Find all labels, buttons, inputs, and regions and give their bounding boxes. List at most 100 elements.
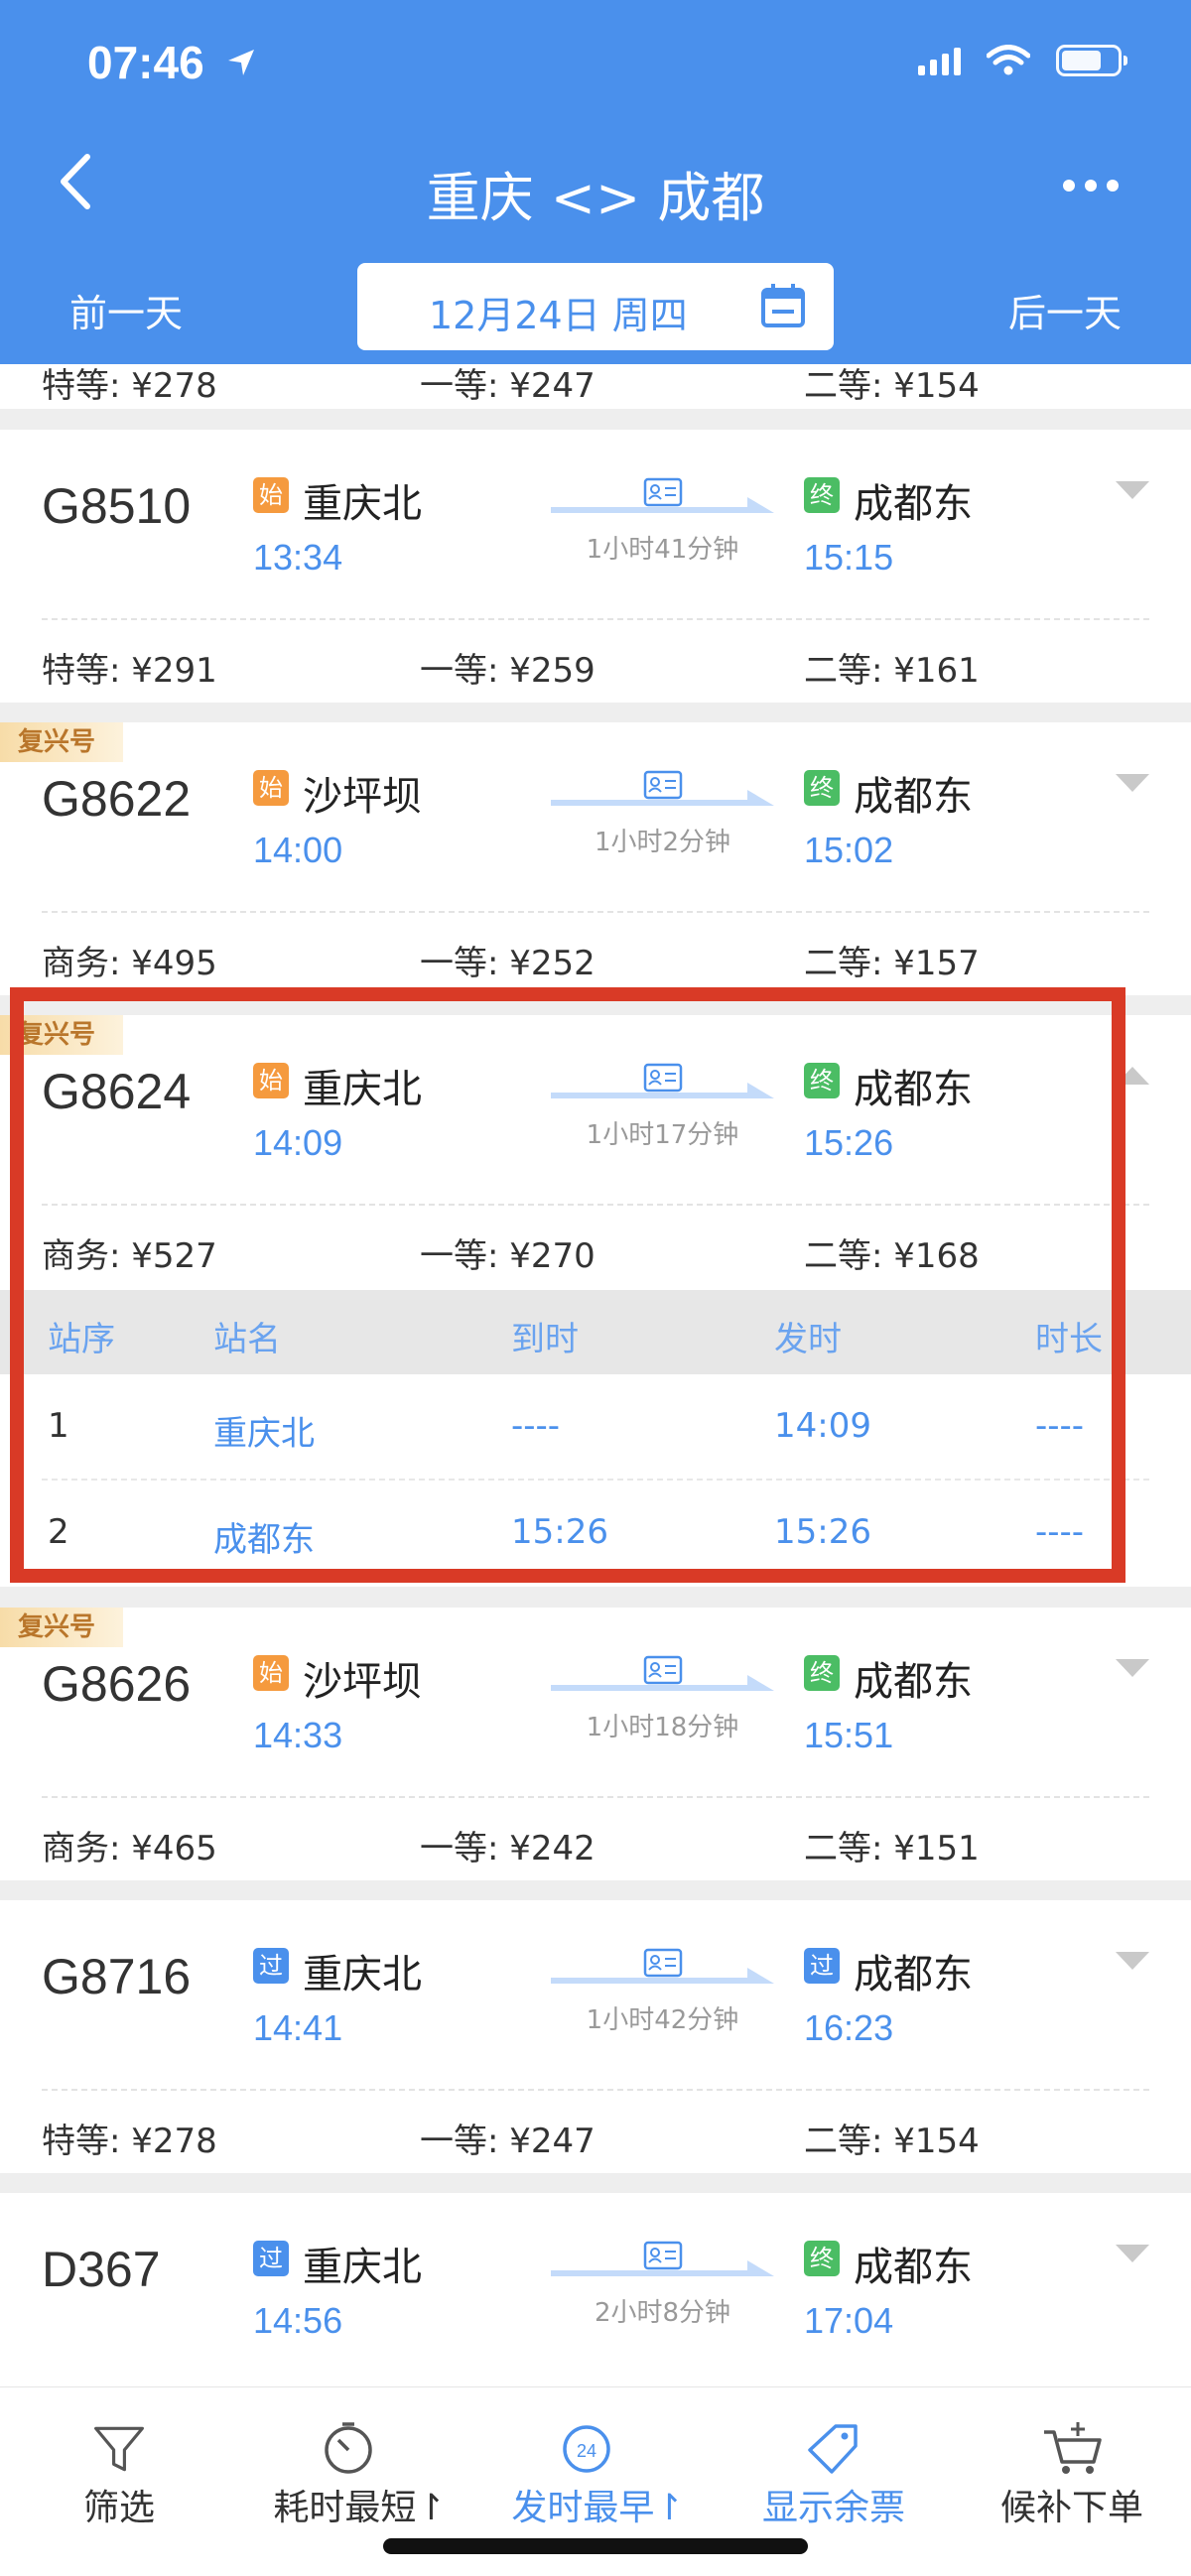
ticket-tag-icon [808, 2424, 858, 2474]
price-class-3: 二等: ¥161 [804, 651, 980, 691]
chevron-down-icon[interactable] [1116, 774, 1149, 792]
arrival-station: 成都东 [854, 1952, 973, 1997]
price-class-3: 二等: ¥151 [804, 1829, 980, 1868]
fuxing-badge: 复兴号 [0, 1608, 123, 1647]
stop-seq: 2 [48, 1512, 69, 1552]
train-card[interactable]: G8716 过 重庆北 14:41 1小时42分钟 过 成都东 16:23 特等… [0, 1900, 1191, 2173]
price-class-2: 一等: ¥270 [420, 1236, 596, 1276]
stop-station: 成都东 [213, 1520, 315, 1560]
timer-icon [325, 2422, 372, 2474]
departure-station: 重庆北 [303, 481, 422, 527]
chevron-down-icon[interactable] [1116, 1659, 1149, 1677]
arrival-time: 15:02 [804, 830, 894, 870]
price-class-2: 一等: ¥247 [420, 366, 596, 406]
train-card[interactable]: D367 过 重庆北 14:56 2小时8分钟 终 成都东 17:04 [0, 2193, 1191, 2391]
chevron-down-icon[interactable] [1116, 1952, 1149, 1970]
start-station-tag: 始 [253, 1655, 289, 1691]
duration: 1小时41分钟 [586, 535, 739, 565]
departure-time: 14:41 [253, 2007, 343, 2048]
tab-label: 发时最早↾ [511, 2488, 685, 2528]
price-class-1: 商务: ¥465 [42, 1829, 217, 1868]
tab-label: 候补下单 [999, 2488, 1143, 2528]
direction-arrow-icon [551, 1675, 774, 1691]
price-class-1: 特等: ¥291 [42, 651, 217, 691]
price-class-1: 特等: ¥278 [42, 366, 217, 406]
next-day-button[interactable]: 后一天 [1008, 283, 1122, 337]
train-card[interactable]: 复兴号 G8622 始 沙坪坝 14:00 1小时2分钟 终 成都东 15:02… [0, 722, 1191, 995]
signal-icon [918, 46, 961, 75]
filter-icon [94, 2426, 144, 2472]
chevron-down-icon[interactable] [1116, 481, 1149, 499]
divider [42, 618, 1149, 620]
train-number: G8622 [42, 771, 192, 827]
date-picker[interactable]: 12月24日 周四 [357, 263, 834, 350]
train-card-partial[interactable]: 特等: ¥278 一等: ¥247 二等: ¥154 [0, 364, 1191, 409]
price-class-1: 特等: ¥278 [42, 2122, 217, 2161]
direction-arrow-icon [551, 2260, 774, 2276]
arrival-time: 15:26 [804, 1122, 894, 1163]
sort-earliest-button[interactable]: 24 发时最早↾ [491, 2387, 705, 2536]
fuxing-badge: 复兴号 [0, 1015, 123, 1055]
stop-seq: 1 [48, 1406, 69, 1446]
stop-depart: 15:26 [774, 1512, 871, 1552]
duration: 1小时2分钟 [594, 828, 731, 857]
end-station-tag: 终 [804, 1063, 840, 1098]
price-class-2: 一等: ¥252 [420, 944, 596, 983]
stop-row: 1 重庆北 ---- 14:09 ---- [0, 1374, 1191, 1481]
start-station-tag: 始 [253, 1063, 289, 1098]
direction-arrow-icon [551, 1083, 774, 1098]
col-station: 站名 [213, 1320, 281, 1359]
clock-24-icon: 24 [563, 2425, 610, 2473]
arrival-time: 16:23 [804, 2007, 894, 2048]
stop-duration: ---- [1035, 1406, 1085, 1446]
departure-time: 14:09 [253, 1122, 343, 1163]
train-card[interactable]: G8510 始 重庆北 13:34 1小时41分钟 终 成都东 15:15 特等… [0, 430, 1191, 703]
arrival-station: 成都东 [854, 1067, 973, 1112]
chevron-up-icon[interactable] [1116, 1067, 1149, 1085]
tab-label: 显示余票 [761, 2488, 905, 2528]
departure-station: 沙坪坝 [303, 1659, 422, 1705]
col-duration: 时长 [1035, 1320, 1103, 1359]
price-class-2: 一等: ¥259 [420, 651, 596, 691]
duration: 1小时18分钟 [586, 1713, 739, 1742]
show-remaining-button[interactable]: 显示余票 [744, 2387, 923, 2536]
departure-station: 重庆北 [303, 1067, 422, 1112]
price-class-1: 商务: ¥527 [42, 1236, 217, 1276]
stop-station: 重庆北 [213, 1414, 315, 1454]
arrival-time: 15:51 [804, 1715, 894, 1755]
departure-time: 14:00 [253, 830, 343, 870]
header: 07:46 重庆 <> 成都 前一天 12月24日 周四 后一天 [0, 0, 1191, 364]
price-class-3: 二等: ¥157 [804, 944, 980, 983]
sort-shortest-button[interactable]: 耗时最短↾ [253, 2387, 466, 2536]
train-number: D367 [42, 2242, 161, 2297]
home-indicator [383, 2538, 808, 2554]
divider [42, 1204, 1149, 1206]
chevron-down-icon[interactable] [1116, 2245, 1149, 2262]
duration: 1小时17分钟 [586, 1120, 739, 1150]
train-card-expanded[interactable]: 复兴号 G8624 始 重庆北 14:09 1小时17分钟 终 成都东 15:2… [0, 1015, 1191, 1290]
stop-arrive: 15:26 [511, 1512, 608, 1552]
tab-label: 筛选 [82, 2488, 155, 2528]
filter-button[interactable]: 筛选 [30, 2387, 208, 2536]
status-time: 07:46 [87, 37, 204, 88]
battery-icon [1056, 45, 1127, 76]
prev-day-button[interactable]: 前一天 [69, 283, 183, 337]
stop-depart: 14:09 [774, 1406, 871, 1446]
end-station-tag: 终 [804, 2241, 840, 2276]
price-class-1: 商务: ¥495 [42, 944, 217, 983]
col-seq: 站序 [48, 1320, 115, 1359]
departure-time: 13:34 [253, 537, 343, 578]
train-number: G8626 [42, 1656, 192, 1712]
more-options-icon[interactable] [1062, 179, 1120, 193]
stop-table-header: 站序 站名 到时 发时 时长 [0, 1290, 1191, 1374]
arrival-station: 成都东 [854, 481, 973, 527]
svg-text:24: 24 [577, 2441, 596, 2461]
train-card[interactable]: 复兴号 G8626 始 沙坪坝 14:33 1小时18分钟 终 成都东 15:5… [0, 1608, 1191, 1880]
status-icons [918, 45, 1127, 76]
pass-station-tag: 过 [804, 1948, 840, 1984]
stop-duration: ---- [1035, 1512, 1085, 1552]
waitlist-order-button[interactable]: 候补下单 [983, 2387, 1161, 2536]
wifi-icon [987, 45, 1030, 75]
end-station-tag: 终 [804, 1655, 840, 1691]
direction-arrow-icon [551, 790, 774, 806]
